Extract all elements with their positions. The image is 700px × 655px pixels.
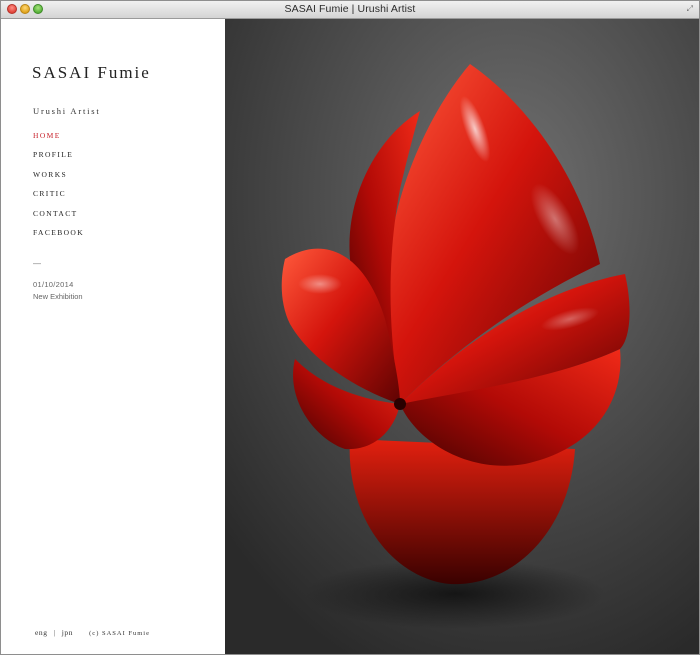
news-separator: —	[33, 259, 41, 268]
nav-item-home[interactable]: HOME	[33, 131, 84, 150]
language-english-link[interactable]: eng	[35, 628, 48, 637]
footer: eng | jpn (c) SASAI Fumie	[35, 628, 150, 637]
nav-item-facebook[interactable]: FACEBOOK	[33, 228, 84, 247]
nav-item-critic[interactable]: CRITIC	[33, 189, 84, 208]
sidebar: SASAI Fumie Urushi Artist HOME PROFILE W…	[1, 19, 225, 654]
hero-image	[225, 19, 699, 654]
nav-item-profile[interactable]: PROFILE	[33, 150, 84, 169]
news-date: 01/10/2014	[33, 280, 74, 289]
lacquer-sculpture-image	[225, 19, 699, 654]
fullscreen-icon[interactable]: ⤢	[687, 5, 693, 13]
news-title[interactable]: New Exhibition	[33, 292, 83, 301]
title-bar: SASAI Fumie | Urushi Artist ⤢	[1, 1, 699, 19]
site-name[interactable]: SASAI Fumie	[32, 63, 151, 83]
site-subtitle: Urushi Artist	[33, 106, 101, 116]
nav-item-works[interactable]: WORKS	[33, 170, 84, 189]
main-nav: HOME PROFILE WORKS CRITIC CONTACT FACEBO…	[33, 131, 84, 247]
window-title: SASAI Fumie | Urushi Artist	[284, 3, 416, 15]
nav-item-contact[interactable]: CONTACT	[33, 209, 84, 228]
browser-window: SASAI Fumie | Urushi Artist ⤢ SASAI Fumi…	[0, 0, 700, 655]
language-japanese-link[interactable]: jpn	[62, 628, 73, 637]
language-divider: |	[53, 628, 56, 637]
copyright: (c) SASAI Fumie	[89, 630, 150, 637]
